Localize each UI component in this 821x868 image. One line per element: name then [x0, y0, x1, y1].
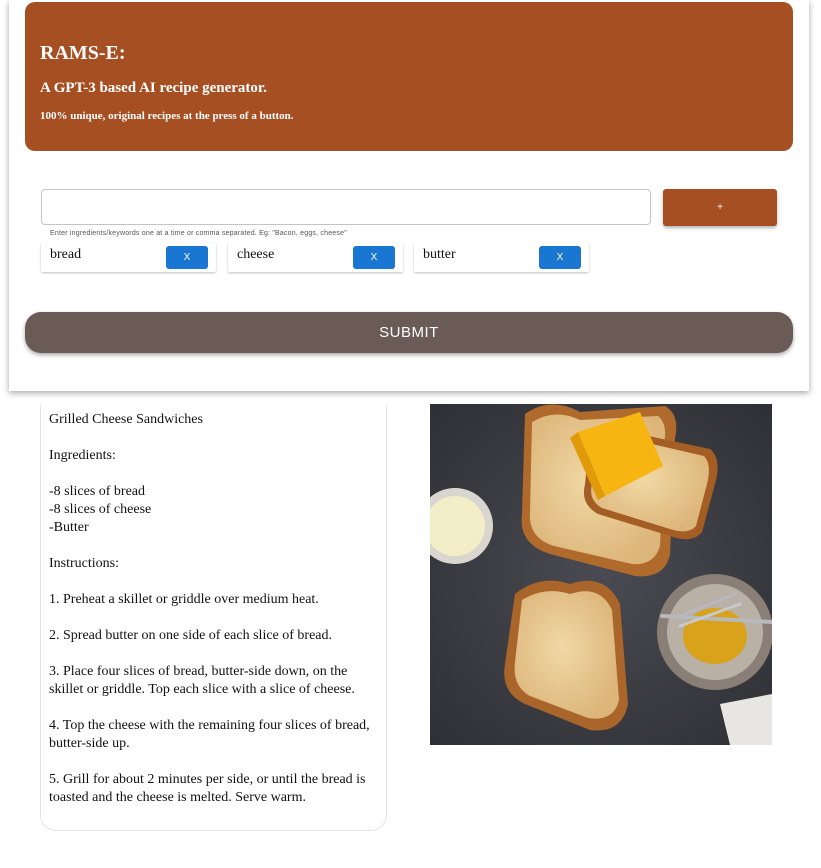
grilled-cheese-illustration — [430, 404, 772, 745]
chip-label: bread — [50, 247, 82, 262]
add-ingredient-button[interactable]: + — [663, 189, 777, 226]
ingredient-line: -8 slices of bread — [49, 484, 146, 499]
app-tagline: 100% unique, original recipes at the pre… — [40, 110, 294, 122]
app-title: RAMS-E: — [40, 42, 126, 64]
instruction-step: 3. Place four slices of bread, butter-si… — [49, 664, 355, 697]
submit-button[interactable]: SUBMIT — [25, 312, 793, 353]
chip-label: butter — [423, 247, 456, 262]
ingredient-line: -8 slices of cheese — [49, 502, 152, 517]
ingredient-chip: cheese X — [228, 243, 403, 272]
ingredient-input[interactable] — [41, 189, 651, 225]
instruction-step: 2. Spread butter on one side of each sli… — [49, 628, 333, 643]
remove-chip-button[interactable]: X — [539, 246, 581, 269]
recipe-title: Grilled Cheese Sandwiches — [49, 412, 203, 427]
recipe-panel: Grilled Cheese Sandwiches Ingredients: -… — [40, 405, 387, 831]
ingredient-line: -Butter — [49, 520, 89, 535]
remove-chip-button[interactable]: X — [353, 246, 395, 269]
header-banner: RAMS-E: A GPT-3 based AI recipe generato… — [25, 2, 793, 151]
instruction-step: 4. Top the cheese with the remaining fou… — [49, 718, 370, 751]
instruction-step: 5. Grill for about 2 minutes per side, o… — [49, 772, 366, 805]
instruction-step: 1. Preheat a skillet or griddle over med… — [49, 592, 319, 607]
ingredient-hint: Enter ingredients/keywords one at a time… — [50, 230, 347, 237]
ingredients-heading: Ingredients: — [49, 448, 116, 463]
chip-label: cheese — [237, 247, 275, 262]
instructions-heading: Instructions: — [49, 556, 119, 571]
recipe-image — [430, 404, 772, 745]
ingredient-chip: butter X — [414, 243, 589, 272]
remove-chip-button[interactable]: X — [166, 246, 208, 269]
ingredient-chip: bread X — [41, 243, 216, 272]
app-subtitle: A GPT-3 based AI recipe generator. — [40, 80, 267, 96]
